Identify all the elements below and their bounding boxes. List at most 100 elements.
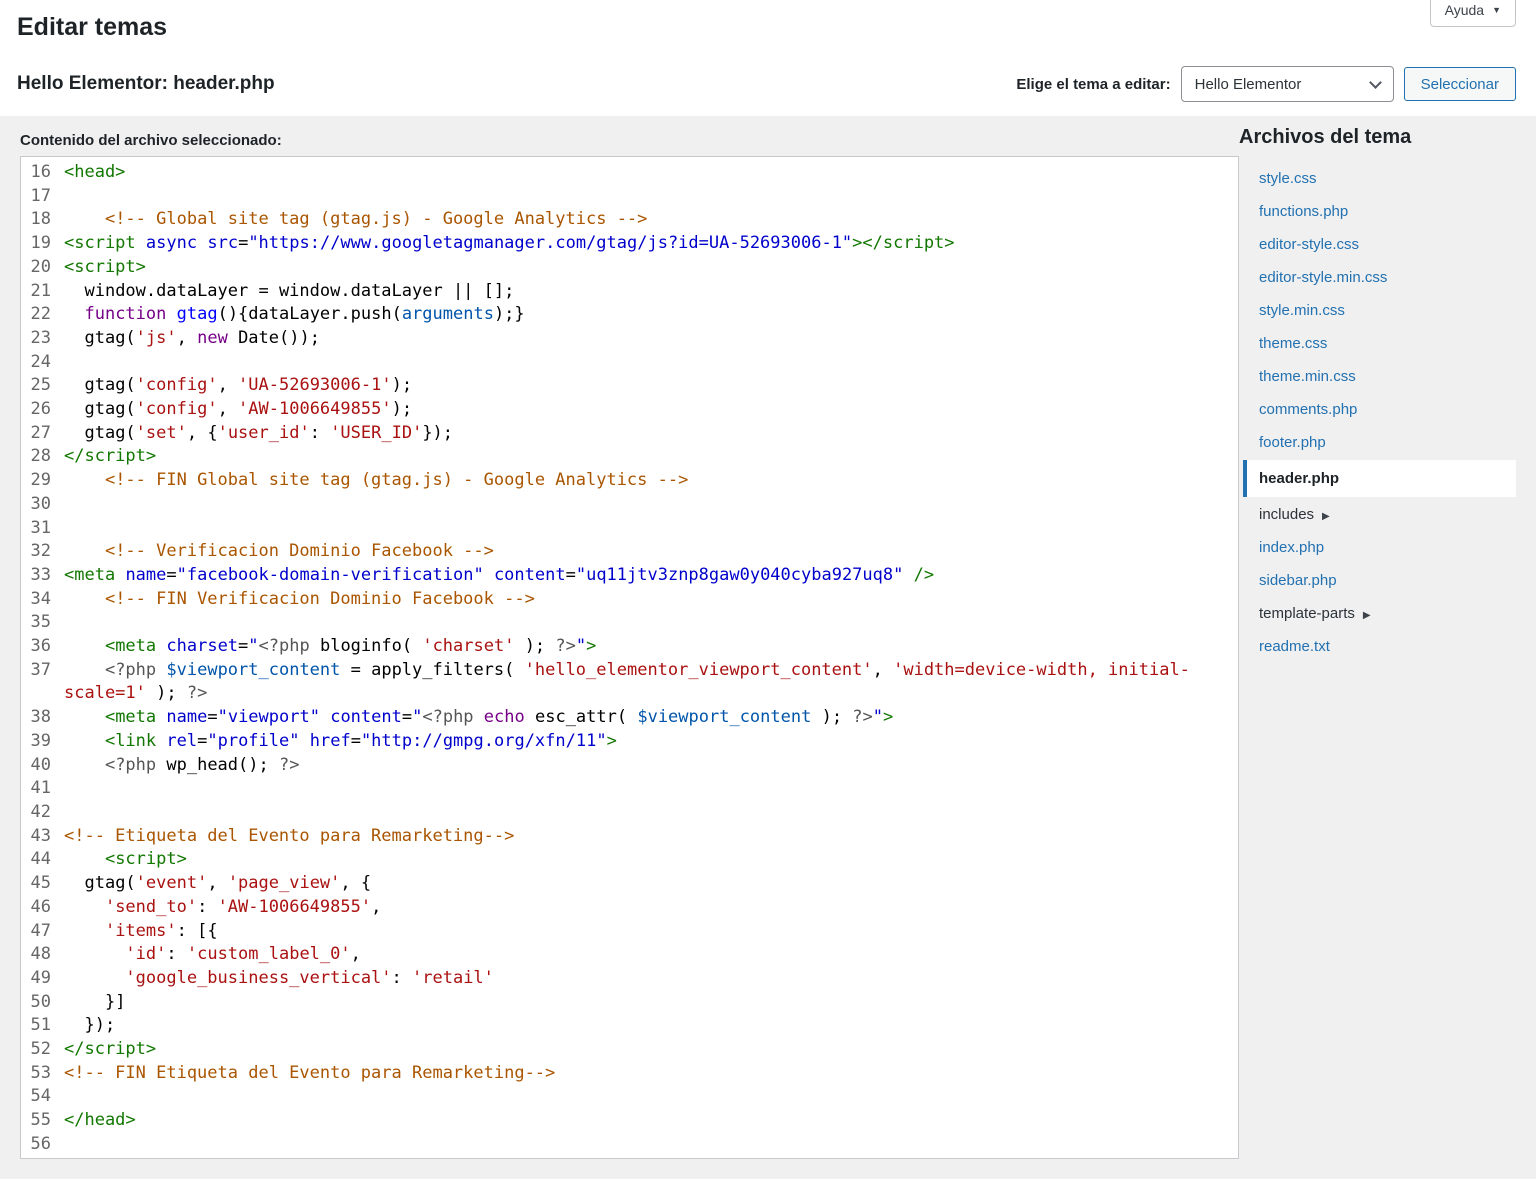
line-number: 28 [21, 445, 51, 469]
line-number: 52 [21, 1038, 51, 1062]
file-item-label: footer.php [1259, 434, 1326, 451]
code-line-text: </head> [64, 1109, 1238, 1133]
code-line[interactable]: 52</script> [21, 1038, 1238, 1062]
code-line[interactable]: 24 [21, 351, 1238, 375]
code-line[interactable]: 50 }] [21, 991, 1238, 1015]
line-number: 45 [21, 872, 51, 896]
code-line[interactable]: 55 </head> [21, 1109, 1238, 1133]
file-item-template-parts[interactable]: template-parts▶ [1243, 597, 1516, 630]
file-item-header-php[interactable]: header.php [1243, 460, 1516, 497]
file-item-style-css[interactable]: style.css [1243, 162, 1516, 195]
code-line[interactable]: 51 }); [21, 1014, 1238, 1038]
code-line[interactable]: 43<!-- Etiqueta del Evento para Remarket… [21, 825, 1238, 849]
top-header: Editar temas Hello Elementor: header.php… [0, 0, 1536, 116]
theme-file-list: style.css functions.php editor-style.cssed… [1243, 156, 1516, 663]
code-line[interactable]: 19<script async src="https://www.googlet… [21, 232, 1238, 256]
code-line-text: <!-- Etiqueta del Evento para Remarketin… [64, 825, 1238, 849]
code-line[interactable]: 41 [21, 777, 1238, 801]
theme-select[interactable]: Hello Elementor [1181, 66, 1394, 102]
file-item-theme-min-css[interactable]: theme.min.css [1243, 360, 1516, 393]
code-line[interactable]: 39 <link rel="profile" href="http://gmpg… [21, 730, 1238, 754]
page-title: Editar temas [17, 12, 1516, 42]
code-line[interactable]: 38 <meta name="viewport" content="<?php … [21, 706, 1238, 730]
code-line[interactable]: 32 <!-- Verificacion Dominio Facebook --… [21, 540, 1238, 564]
file-item-label: functions.php [1259, 203, 1348, 220]
select-theme-button[interactable]: Seleccionar [1404, 67, 1516, 101]
line-number: 37 [21, 659, 51, 706]
code-line[interactable]: 49 'google_business_vertical': 'retail' [21, 967, 1238, 991]
code-line[interactable]: 31 [21, 517, 1238, 541]
code-line[interactable]: 42 [21, 801, 1238, 825]
code-line[interactable]: 29 <!-- FIN Global site tag (gtag.js) - … [21, 469, 1238, 493]
file-item-functions-php[interactable]: functions.php [1243, 195, 1516, 228]
line-number: 26 [21, 398, 51, 422]
line-number: 31 [21, 517, 51, 541]
code-line[interactable]: 21 window.dataLayer = window.dataLayer |… [21, 280, 1238, 304]
folder-arrow-icon: ▶ [1363, 610, 1371, 621]
code-line-text [64, 611, 1238, 635]
code-line[interactable]: 28</script> [21, 445, 1238, 469]
line-number: 25 [21, 374, 51, 398]
code-line[interactable]: 20<script> [21, 256, 1238, 280]
file-item-label: style.min.css [1259, 302, 1345, 319]
code-line-text: 'id': 'custom_label_0', [64, 943, 1238, 967]
file-content-label: Contenido del archivo seleccionado: [20, 132, 1239, 149]
file-item-sidebar-php[interactable]: sidebar.php [1243, 564, 1516, 597]
file-item-index-php[interactable]: index.php [1243, 531, 1516, 564]
line-number: 50 [21, 991, 51, 1015]
code-line[interactable]: 46 'send_to': 'AW-1006649855', [21, 896, 1238, 920]
file-item-comments-php[interactable]: comments.php [1243, 393, 1516, 426]
line-number: 19 [21, 232, 51, 256]
code-line[interactable]: 56 [21, 1133, 1238, 1157]
code-line-text [64, 1133, 1238, 1157]
line-number: 17 [21, 185, 51, 209]
code-line[interactable]: 53<!-- FIN Etiqueta del Evento para Rema… [21, 1062, 1238, 1086]
file-item-theme-css[interactable]: theme.css [1243, 327, 1516, 360]
code-line[interactable]: 17 [21, 185, 1238, 209]
code-line-text: 'items': [{ [64, 920, 1238, 944]
code-line[interactable]: 26 gtag('config', 'AW-1006649855'); [21, 398, 1238, 422]
code-line[interactable]: 54 [21, 1085, 1238, 1109]
code-line[interactable]: 34 <!-- FIN Verificacion Dominio Faceboo… [21, 588, 1238, 612]
code-line[interactable]: 22 function gtag(){dataLayer.push(argume… [21, 303, 1238, 327]
code-line[interactable]: 23 gtag('js', new Date()); [21, 327, 1238, 351]
theme-files-heading: Archivos del tema [1239, 126, 1516, 149]
code-line[interactable]: 45 gtag('event', 'page_view', { [21, 872, 1238, 896]
code-line[interactable]: 18 <!-- Global site tag (gtag.js) - Goog… [21, 208, 1238, 232]
line-number: 42 [21, 801, 51, 825]
code-line-text: <script> [64, 256, 1238, 280]
code-line-text: <!-- FIN Etiqueta del Evento para Remark… [64, 1062, 1238, 1086]
line-number: 33 [21, 564, 51, 588]
code-line[interactable]: 44 <script> [21, 848, 1238, 872]
code-line-text: 'google_business_vertical': 'retail' [64, 967, 1238, 991]
code-line-text [64, 493, 1238, 517]
caret-down-icon: ▼ [1492, 6, 1501, 15]
file-item-readme-txt[interactable]: readme.txt [1243, 630, 1516, 663]
code-line-text: <?php wp_head(); ?> [64, 754, 1238, 778]
code-editor[interactable]: 16<head>1718 <!-- Global site tag (gtag.… [20, 156, 1239, 1159]
code-line[interactable]: 47 'items': [{ [21, 920, 1238, 944]
code-line-text: 'send_to': 'AW-1006649855', [64, 896, 1238, 920]
code-line-text: <head> [64, 161, 1238, 185]
help-button[interactable]: Ayuda ▼ [1430, 0, 1516, 27]
code-line[interactable]: 33<meta name="facebook-domain-verificati… [21, 564, 1238, 588]
code-line[interactable]: 25 gtag('config', 'UA-52693006-1'); [21, 374, 1238, 398]
code-line[interactable]: 35 [21, 611, 1238, 635]
line-number: 55 [21, 1109, 51, 1133]
code-line[interactable]: 48 'id': 'custom_label_0', [21, 943, 1238, 967]
file-item-includes[interactable]: includes▶ [1243, 498, 1516, 531]
content-area: Contenido del archivo seleccionado: Arch… [0, 116, 1536, 1179]
file-item-style-min-css[interactable]: style.min.css [1243, 294, 1516, 327]
code-line[interactable]: 16<head> [21, 161, 1238, 185]
line-number: 46 [21, 896, 51, 920]
line-number: 24 [21, 351, 51, 375]
code-line[interactable]: 27 gtag('set', {'user_id': 'USER_ID'}); [21, 422, 1238, 446]
code-line[interactable]: 36 <meta charset="<?php bloginfo( 'chars… [21, 635, 1238, 659]
code-line[interactable]: 30 [21, 493, 1238, 517]
file-item-editor-style-min-css[interactable]: editor-style.min.css [1243, 261, 1516, 294]
file-item-footer-php[interactable]: footer.php [1243, 426, 1516, 459]
code-line-text: <link rel="profile" href="http://gmpg.or… [64, 730, 1238, 754]
file-item-editor-style-css[interactable]: editor-style.css [1243, 228, 1516, 261]
code-line[interactable]: 37 <?php $viewport_content = apply_filte… [21, 659, 1238, 706]
code-line[interactable]: 40 <?php wp_head(); ?> [21, 754, 1238, 778]
